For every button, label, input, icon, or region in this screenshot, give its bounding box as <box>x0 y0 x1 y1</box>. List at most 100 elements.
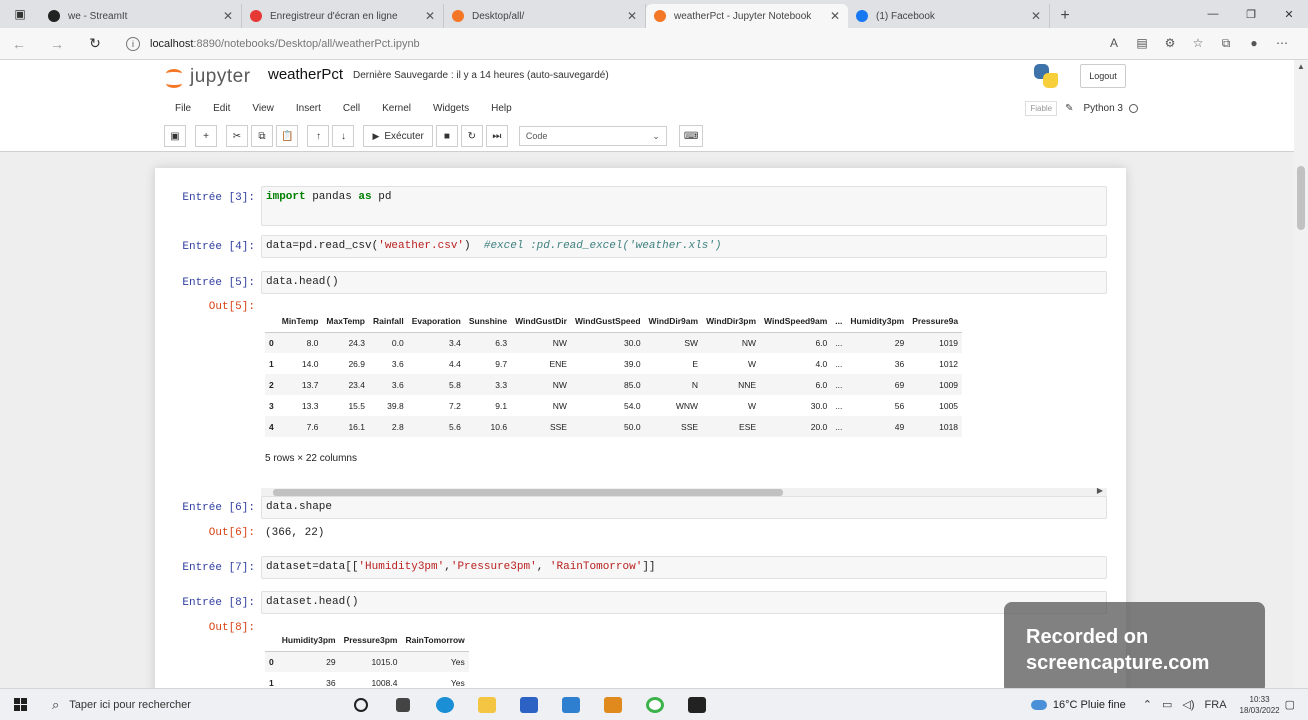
page-vertical-scrollbar[interactable]: ▲ <box>1294 60 1308 688</box>
insert-cell-icon[interactable]: + <box>195 125 217 147</box>
command-palette-icon[interactable]: ⌨ <box>678 125 704 147</box>
taskbar-search-placeholder: Taper ici pour rechercher <box>69 698 191 711</box>
more-menu-icon[interactable]: ⋯ <box>1268 36 1296 51</box>
close-window-icon[interactable]: ✕ <box>1270 0 1308 28</box>
table-cell: WNW <box>675 400 699 411</box>
save-icon[interactable]: ▣ <box>164 125 186 147</box>
cell7-input[interactable]: dataset=data[['Humidity3pm','Pressure3pm… <box>261 556 1107 579</box>
kernel-status-icon <box>1129 103 1138 113</box>
row-index: 1 <box>269 358 274 369</box>
page-scroll-thumb[interactable] <box>1297 166 1305 230</box>
weather-widget[interactable]: 16°C Pluie fine <box>1030 699 1126 711</box>
sublime-icon[interactable] <box>592 689 634 720</box>
read-aloud-icon[interactable]: A <box>1100 36 1128 51</box>
tab-actions-icon[interactable]: ▣ <box>0 0 40 28</box>
profile-icon[interactable]: ● <box>1240 36 1268 51</box>
menu-kernel[interactable]: Kernel <box>371 103 422 114</box>
maximize-icon[interactable]: ❐ <box>1232 0 1270 28</box>
browser-tab[interactable]: Desktop/all/ ✕ <box>444 4 646 28</box>
menu-insert[interactable]: Insert <box>285 103 332 114</box>
menu-cell[interactable]: Cell <box>332 103 371 114</box>
move-up-icon[interactable]: ↑ <box>307 125 330 147</box>
windows-logo-icon <box>13 698 27 711</box>
menu-file[interactable]: File <box>164 103 202 114</box>
table-cell: 16.1 <box>348 421 365 432</box>
tab-close-icon[interactable]: ✕ <box>1031 9 1041 23</box>
table-cell: 3.6 <box>391 379 404 390</box>
tab-close-icon[interactable]: ✕ <box>425 9 435 23</box>
store-icon[interactable] <box>508 689 550 720</box>
refresh-icon[interactable]: ↻ <box>76 35 114 52</box>
tab-title: we - StreamIt <box>68 10 128 22</box>
extensions-icon[interactable]: ⚙ <box>1156 36 1184 51</box>
mail-icon[interactable] <box>550 689 592 720</box>
network-icon[interactable]: ▭ <box>1162 698 1172 711</box>
column-header: WindDir9am <box>644 311 703 333</box>
cell3-input[interactable]: import pandas as pd <box>261 186 1107 226</box>
cell5-input[interactable]: data.head() <box>261 271 1107 294</box>
cut-icon[interactable]: ✂ <box>226 125 248 147</box>
jupyter-logo[interactable]: jupyter <box>164 64 251 90</box>
column-header: Pressure9a <box>908 311 963 333</box>
trusted-indicator[interactable]: Fiable <box>1025 100 1058 116</box>
tab-close-icon[interactable]: ✕ <box>830 9 840 23</box>
table-scroll-thumb[interactable] <box>273 489 783 496</box>
clock[interactable]: 10:33 18/03/2022 <box>1240 694 1280 716</box>
language-indicator[interactable]: FRA <box>1205 699 1227 711</box>
tab-close-icon[interactable]: ✕ <box>627 9 637 23</box>
table-cell: NW <box>552 337 567 348</box>
browser-tab[interactable]: (1) Facebook ✕ <box>848 4 1050 28</box>
edge-icon[interactable] <box>424 689 466 720</box>
menu-help[interactable]: Help <box>480 103 523 114</box>
logout-button[interactable]: Logout <box>1080 64 1126 88</box>
scroll-right-icon[interactable]: ▶ <box>1097 486 1103 495</box>
menu-edit[interactable]: Edit <box>202 103 241 114</box>
task-view-icon[interactable] <box>340 689 382 720</box>
browser-tab[interactable]: weatherPct - Jupyter Notebook ✕ <box>646 4 848 28</box>
restart-icon[interactable]: ↻ <box>460 125 483 147</box>
widgets-icon[interactable] <box>382 689 424 720</box>
immersive-reader-icon[interactable]: ▤ <box>1128 36 1156 51</box>
notebook-name[interactable]: weatherPct <box>268 66 343 83</box>
row-index: 2 <box>269 379 274 390</box>
paste-icon[interactable]: 📋 <box>276 125 299 147</box>
table-cell: E <box>692 358 699 369</box>
volume-icon[interactable]: ◁) <box>1182 698 1194 711</box>
collections-icon[interactable]: ⧉ <box>1212 36 1240 51</box>
move-down-icon[interactable]: ↓ <box>332 125 355 147</box>
taskbar-search[interactable]: ⌕ Taper ici pour rechercher <box>40 697 340 713</box>
cell8-input[interactable]: dataset.head() <box>261 591 1107 614</box>
start-button[interactable] <box>0 698 40 711</box>
notifications-icon[interactable]: ▢ <box>1285 698 1295 711</box>
minimize-icon[interactable]: — <box>1194 0 1232 28</box>
browser-tab[interactable]: we - StreamIt ✕ <box>40 4 242 28</box>
url-field[interactable]: i localhost:8890/notebooks/Desktop/all/w… <box>126 36 1100 51</box>
restart-run-all-icon[interactable]: ⏭ <box>485 125 508 147</box>
favorites-icon[interactable]: ☆ <box>1184 36 1212 51</box>
run-button[interactable]: ▶ Exécuter <box>363 125 433 147</box>
interrupt-icon[interactable]: ■ <box>435 125 458 147</box>
back-icon[interactable]: ← <box>0 36 38 52</box>
table-cell: 7.6 <box>306 421 319 432</box>
browser-tab[interactable]: Enregistreur d'écran en ligne ✕ <box>242 4 444 28</box>
recorder-app-icon[interactable] <box>634 689 676 720</box>
cell4-input[interactable]: data=pd.read_csv('weather.csv') #excel :… <box>261 235 1107 258</box>
table-cell: 13.7 <box>301 379 319 390</box>
cell-type-select[interactable]: Code ⌄ <box>518 126 667 146</box>
forward-icon[interactable]: → <box>38 36 76 52</box>
tab-close-icon[interactable]: ✕ <box>223 9 233 23</box>
tray-up-icon[interactable]: ⌃ <box>1143 698 1152 711</box>
table-cell: 5.8 <box>449 379 461 390</box>
site-info-icon[interactable]: i <box>126 36 140 51</box>
kernel-name: Python 3 <box>1083 102 1123 114</box>
cell6-input[interactable]: data.shape <box>261 496 1107 519</box>
menu-widgets[interactable]: Widgets <box>422 103 480 114</box>
copy-icon[interactable]: ⧉ <box>251 125 273 147</box>
menu-view[interactable]: View <box>241 103 285 114</box>
taskbar-apps <box>340 689 718 720</box>
new-tab-button[interactable]: + <box>1050 4 1080 28</box>
terminal-icon[interactable] <box>676 689 718 720</box>
notebook-toolbar: ▣ + ✂ ⧉ 📋 ↑ ↓ ▶ Exécuter ■ ↻ ⏭ Code ⌄ ⌨ <box>164 124 706 148</box>
file-explorer-icon[interactable] <box>466 689 508 720</box>
scroll-up-icon[interactable]: ▲ <box>1297 62 1305 71</box>
